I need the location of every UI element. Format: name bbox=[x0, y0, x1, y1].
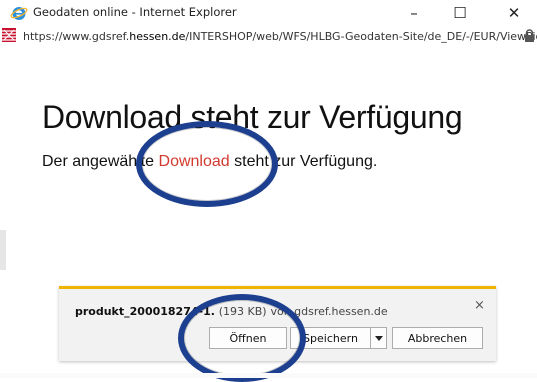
annotation-ring-download-link bbox=[136, 121, 278, 207]
annotation-ring-open-button bbox=[178, 294, 306, 382]
close-button[interactable]: ✕ bbox=[491, 0, 537, 26]
internet-explorer-icon bbox=[10, 7, 28, 20]
url-prefix: https://www.gdsref. bbox=[23, 30, 130, 43]
minimize-icon: – bbox=[410, 4, 418, 22]
minimize-button[interactable]: – bbox=[391, 0, 437, 26]
cancel-button[interactable]: Abbrechen bbox=[392, 327, 483, 349]
window-bottom-edge bbox=[0, 373, 537, 378]
close-icon: ✕ bbox=[507, 4, 521, 22]
title-bar: Geodaten online - Internet Explorer – ☐ … bbox=[0, 0, 537, 26]
lock-icon bbox=[525, 29, 534, 42]
download-bar-close-icon[interactable]: × bbox=[474, 298, 485, 313]
url-domain: hessen.de bbox=[129, 30, 186, 43]
maximize-button[interactable]: ☐ bbox=[437, 0, 483, 26]
url-field[interactable]: https://www.gdsref.hessen.de/INTERSHOP/w… bbox=[23, 30, 537, 43]
browser-window: Geodaten online - Internet Explorer – ☐ … bbox=[0, 0, 537, 382]
site-favicon-icon bbox=[2, 28, 16, 42]
save-options-dropdown-icon[interactable] bbox=[370, 327, 387, 349]
maximize-icon: ☐ bbox=[453, 4, 467, 22]
left-edge-divider bbox=[0, 230, 6, 270]
url-suffix: /INTERSHOP/web/WFS/HLBG-Geodaten-Site/de… bbox=[185, 30, 537, 43]
window-title: Geodaten online - Internet Explorer bbox=[33, 5, 237, 19]
